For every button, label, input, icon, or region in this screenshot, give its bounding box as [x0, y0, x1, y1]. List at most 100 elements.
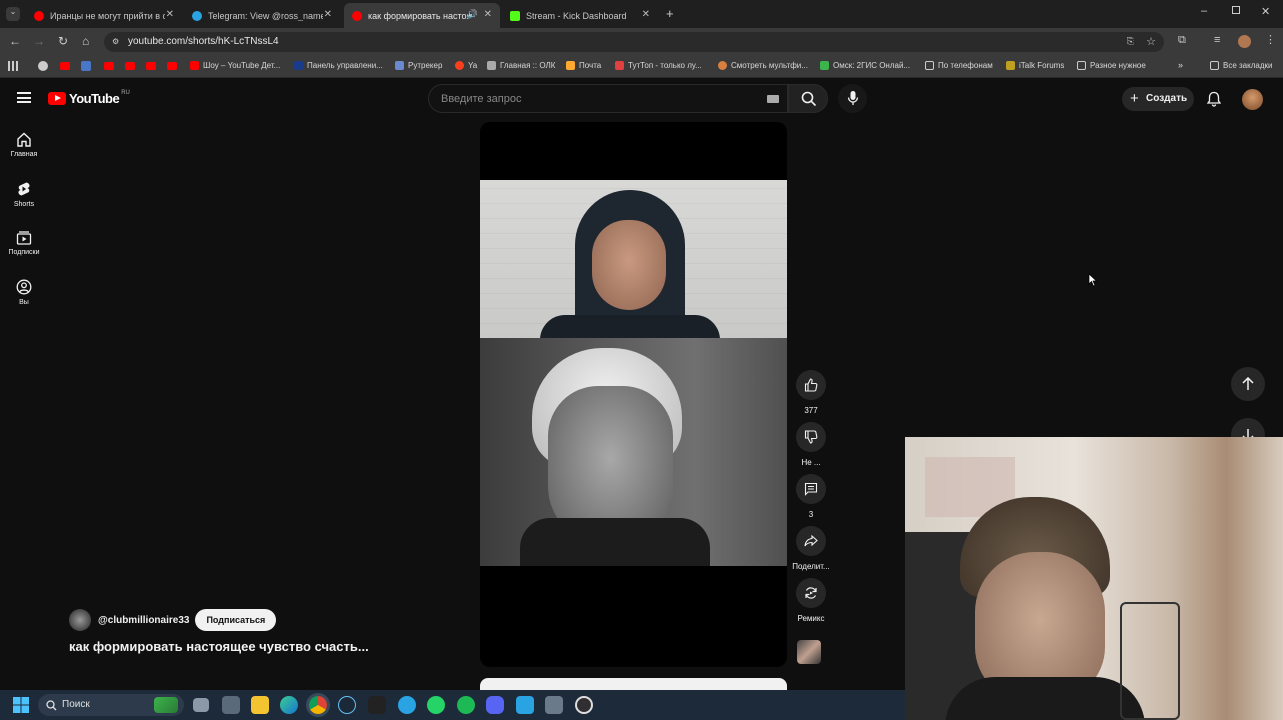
bookmark-vk-icon[interactable] [81, 61, 91, 71]
channel-handle[interactable]: @clubmillionaire33 [98, 615, 189, 626]
channel-avatar[interactable] [69, 609, 91, 631]
bookmark-star-icon[interactable]: ☆ [1146, 35, 1156, 48]
like-button[interactable]: 377 [789, 370, 833, 415]
youtube-icon [190, 61, 199, 70]
close-tab-icon[interactable]: ✕ [324, 9, 332, 20]
bookmark-all-bookmarks[interactable]: Все закладки [1210, 61, 1272, 70]
url-field[interactable]: ⚙ youtube.com/shorts/hK-LcTNssL4 ⎘ ☆ [104, 32, 1164, 52]
remix-button[interactable]: Ремикс [789, 578, 833, 623]
bookmark-rutracker[interactable]: Рутрекер [395, 61, 442, 70]
sidebar-item-home[interactable]: Главная [0, 132, 48, 158]
bookmark-2gis[interactable]: Омск: 2ГИС Онлай... [820, 61, 910, 70]
youtube-logo[interactable]: YouTube RU [48, 90, 130, 106]
next-short-preview[interactable] [480, 678, 787, 690]
bookmark-mail[interactable]: Почта [566, 61, 601, 70]
telegram-favicon-icon [192, 10, 202, 21]
edge-browser-icon[interactable] [280, 696, 298, 714]
tab-telegram[interactable]: Telegram: View @ross_name ✕ [184, 3, 340, 28]
bookmark-youtube-icon[interactable] [146, 62, 156, 70]
windows-start-icon[interactable] [13, 697, 29, 713]
address-toolbar: ← → ↻ ⌂ ⚙ youtube.com/shorts/hK-LcTNssL4… [0, 28, 1283, 56]
bookmark-control-panel[interactable]: Панель управлени... [294, 61, 383, 70]
bookmark-olk[interactable]: Главная :: ОЛК [487, 61, 555, 70]
bookmark-youtube-icon[interactable] [60, 62, 70, 70]
close-tab-icon[interactable]: ✕ [642, 9, 650, 20]
bookmark-folder-misc[interactable]: Разное нужное [1077, 61, 1146, 70]
restore-window-icon[interactable] [1232, 6, 1240, 14]
search-button[interactable] [788, 84, 828, 113]
search-highlight-icon [154, 697, 178, 713]
kick-favicon-icon [510, 10, 520, 21]
new-tab-plus-icon[interactable]: + [666, 6, 674, 21]
folder-icon [1077, 61, 1086, 70]
back-arrow-icon[interactable]: ← [9, 34, 21, 48]
site-info-icon[interactable]: ⚙ [112, 37, 119, 46]
share-button[interactable]: Поделит... [789, 526, 833, 571]
subscribe-button[interactable]: Подписаться [195, 609, 277, 631]
youtube-play-icon [48, 92, 66, 105]
install-app-icon[interactable]: ⎘ [1127, 36, 1134, 47]
bookmark-globe-icon[interactable] [38, 61, 48, 71]
dislike-button[interactable]: Не ... [789, 422, 833, 467]
steam-icon[interactable] [338, 696, 356, 714]
bookmark-cartoons[interactable]: Смотреть мультфи... [718, 61, 808, 70]
whatsapp-icon[interactable] [427, 696, 445, 714]
bookmark-tuttop[interactable]: ТутТоп - только лу... [615, 61, 702, 70]
tab-iran-news[interactable]: Иранцы не могут прийти в се ✕ [26, 3, 182, 28]
discord-icon[interactable] [486, 696, 504, 714]
telegram-icon[interactable] [398, 696, 416, 714]
bookmark-youtube-icon[interactable] [125, 62, 135, 70]
youtube-favicon-icon [34, 10, 44, 21]
apps-grid-icon[interactable] [8, 61, 18, 71]
voice-search-button[interactable] [838, 84, 867, 113]
bookmark-yandex[interactable]: Ya [455, 61, 477, 70]
calculator-icon[interactable] [545, 696, 563, 714]
reload-icon[interactable]: ↻ [58, 34, 68, 48]
close-tab-icon[interactable]: ✕ [166, 9, 174, 20]
sidebar-item-shorts[interactable]: Shorts [0, 181, 48, 208]
close-tab-icon[interactable]: ✕ [484, 9, 492, 20]
media-controls-icon[interactable]: ≡ [1214, 34, 1220, 46]
bookmark-youtube-kids[interactable]: Шоу – YouTube Дет... [190, 61, 280, 70]
spotify-icon[interactable] [457, 696, 475, 714]
audio-playing-icon[interactable]: 🔊 [467, 9, 478, 20]
search-input[interactable]: Введите запрос [428, 84, 788, 113]
tab-kick-dashboard[interactable]: Stream - Kick Dashboard ✕ [502, 3, 658, 28]
hitman-app-icon[interactable] [368, 696, 386, 714]
tab-search-icon[interactable]: ⌄ [6, 7, 20, 21]
comments-button[interactable]: 3 [789, 474, 833, 519]
tab-current-short[interactable]: как формировать настоящ 🔊 ✕ [344, 3, 500, 28]
previous-short-button[interactable] [1231, 367, 1265, 401]
bookmark-youtube-icon[interactable] [104, 62, 114, 70]
taskbar-search[interactable]: Поиск [38, 694, 184, 716]
menu-hamburger-icon[interactable] [17, 92, 31, 103]
bookmark-youtube-icon[interactable] [167, 62, 177, 70]
profile-avatar-icon[interactable] [1238, 35, 1251, 48]
task-view-icon[interactable] [193, 698, 209, 712]
more-bookmarks-chevron-icon[interactable]: » [1178, 60, 1183, 70]
sound-thumbnail[interactable] [797, 640, 821, 664]
notifications-bell-icon[interactable] [1207, 91, 1221, 107]
forward-arrow-icon[interactable]: → [33, 34, 45, 48]
widgets-icon[interactable] [222, 696, 240, 714]
chrome-browser-icon[interactable] [309, 696, 327, 714]
obs-studio-icon[interactable] [575, 696, 593, 714]
sidebar-item-subscriptions[interactable]: Подписки [0, 230, 48, 256]
sidebar-item-you[interactable]: Вы [0, 279, 48, 306]
bookmark-italk[interactable]: iTalk Forums [1006, 61, 1064, 70]
video-title[interactable]: как формировать настоящее чувство счасть… [69, 639, 369, 654]
close-window-icon[interactable]: ✕ [1261, 5, 1270, 18]
user-avatar[interactable] [1242, 89, 1263, 110]
messenger-app-icon[interactable] [516, 696, 534, 714]
bookmark-folder-phones[interactable]: По телефонам [925, 61, 993, 70]
keyboard-icon[interactable] [767, 95, 779, 103]
share-arrow-icon [804, 534, 818, 547]
folder-icon [925, 61, 934, 70]
shorts-video-player[interactable] [480, 122, 787, 667]
browser-menu-icon[interactable]: ⋮ [1265, 33, 1276, 46]
home-button-icon[interactable]: ⌂ [82, 34, 89, 48]
minimize-window-icon[interactable]: – [1201, 5, 1207, 17]
file-explorer-icon[interactable] [251, 696, 269, 714]
extensions-icon[interactable]: ⧉ [1178, 34, 1186, 47]
create-button[interactable]: + Создать [1122, 87, 1194, 111]
